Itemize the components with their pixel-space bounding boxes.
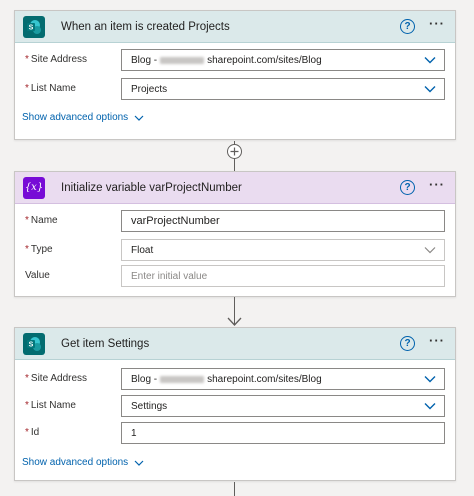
add-step-button[interactable]: [227, 144, 242, 159]
trigger-card-header[interactable]: S When an item is created Projects ? ···: [15, 11, 455, 43]
list-name-dropdown[interactable]: Settings: [121, 395, 445, 417]
variable-value-label: Value: [25, 270, 50, 281]
id-value: 1: [131, 427, 137, 439]
list-name-label: * List Name: [25, 400, 76, 411]
list-name-dropdown[interactable]: Projects: [121, 78, 445, 100]
list-name-row: * List Name Settings: [15, 395, 455, 419]
variable-type-dropdown[interactable]: Float: [121, 239, 445, 261]
help-icon[interactable]: ?: [400, 180, 415, 195]
variable-name-row: * Name varProjectNumber: [15, 210, 455, 234]
more-options-icon[interactable]: ···: [429, 17, 445, 30]
more-options-icon[interactable]: ···: [429, 334, 445, 347]
variable-value-row: Value Enter initial value: [15, 265, 455, 289]
card-title: Get item Settings: [61, 337, 150, 350]
variable-type-row: * Type Float: [15, 239, 455, 263]
list-name-value: Settings: [131, 400, 168, 412]
variable-type-label: * Type: [25, 244, 53, 255]
list-name-label: * List Name: [25, 83, 76, 94]
variable-type-value: Float: [131, 244, 154, 256]
site-address-value-prefix: Blog -: [131, 54, 158, 66]
id-input[interactable]: 1: [121, 422, 445, 444]
chevron-down-icon[interactable]: [424, 54, 436, 66]
site-address-row: * Site Address Blog - sharepoint.com/site…: [15, 49, 455, 73]
site-address-value-suffix: sharepoint.com/sites/Blog: [207, 54, 322, 66]
variable-value-placeholder: Enter initial value: [131, 270, 208, 282]
redacted-tenant: [160, 375, 205, 383]
chevron-down-icon[interactable]: [424, 244, 436, 256]
site-address-value-prefix: Blog -: [131, 373, 158, 385]
help-icon[interactable]: ?: [400, 19, 415, 34]
redacted-tenant: [160, 56, 205, 64]
get-item-header[interactable]: S Get item Settings ? ···: [15, 328, 455, 360]
site-address-value-suffix: sharepoint.com/sites/Blog: [207, 373, 322, 385]
sharepoint-icon: S: [23, 15, 45, 38]
list-name-value: Projects: [131, 83, 168, 95]
id-label: * Id: [25, 427, 40, 438]
variable-value-input[interactable]: Enter initial value: [121, 265, 445, 287]
site-address-dropdown[interactable]: Blog - sharepoint.com/sites/Blog: [121, 368, 445, 390]
connector-line: [234, 482, 235, 496]
more-options-icon[interactable]: ···: [429, 178, 445, 191]
site-address-label: * Site Address: [25, 373, 88, 384]
site-address-dropdown[interactable]: Blog - sharepoint.com/sites/Blog: [121, 49, 445, 71]
variable-name-value: varProjectNumber: [131, 215, 220, 227]
initialize-variable-header[interactable]: {x} Initialize variable varProjectNumber…: [15, 172, 455, 204]
help-icon[interactable]: ?: [400, 336, 415, 351]
chevron-down-icon[interactable]: [424, 373, 436, 385]
plus-icon: [230, 147, 239, 156]
chevron-down-icon[interactable]: [424, 83, 436, 95]
site-address-row: * Site Address Blog - sharepoint.com/site…: [15, 368, 455, 392]
sharepoint-icon: S: [23, 332, 45, 355]
list-name-row: * List Name Projects: [15, 78, 455, 102]
id-row: * Id 1: [15, 422, 455, 446]
initialize-variable-card: {x} Initialize variable varProjectNumber…: [14, 171, 456, 297]
svg-text:S: S: [29, 24, 34, 31]
card-title: Initialize variable varProjectNumber: [61, 181, 242, 194]
chevron-down-icon: [134, 115, 144, 121]
chevron-down-icon: [134, 460, 144, 466]
get-item-card: S Get item Settings ? ··· * Site Address …: [14, 327, 456, 481]
variable-name-label: * Name: [25, 215, 58, 226]
svg-text:S: S: [29, 341, 34, 348]
variable-name-input[interactable]: varProjectNumber: [121, 210, 445, 232]
arrow-down-icon: [227, 317, 242, 326]
show-advanced-options-link[interactable]: Show advanced options: [22, 112, 144, 123]
variable-icon: {x}: [23, 176, 45, 199]
chevron-down-icon[interactable]: [424, 400, 436, 412]
show-advanced-options-link[interactable]: Show advanced options: [22, 457, 144, 468]
card-title: When an item is created Projects: [61, 20, 230, 33]
trigger-card-projects: S When an item is created Projects ? ···…: [14, 10, 456, 140]
site-address-label: * Site Address: [25, 54, 88, 65]
